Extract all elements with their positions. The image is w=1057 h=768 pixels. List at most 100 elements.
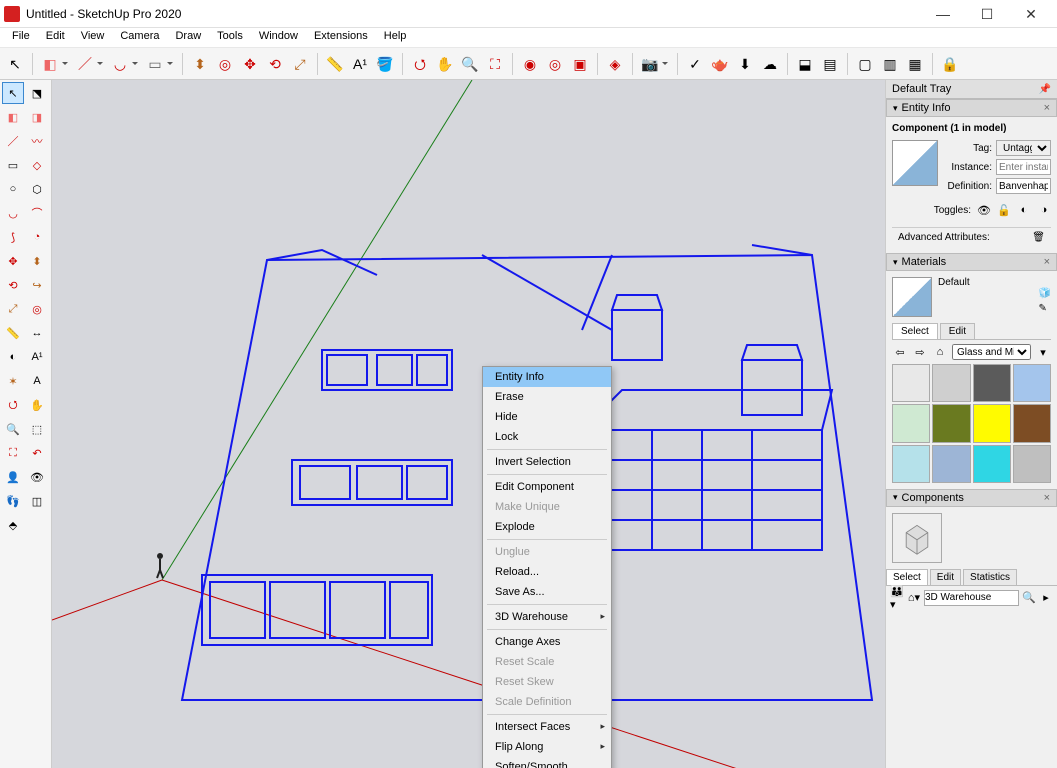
toggle-hidden-icon[interactable]: 👁 [977, 203, 991, 217]
material-swatch[interactable] [1013, 364, 1051, 402]
vray-option1-icon[interactable]: ▢ [854, 53, 876, 75]
line-tool[interactable]: ／ [2, 130, 24, 152]
walk-tool[interactable]: 👣 [2, 490, 24, 512]
vray-render-icon[interactable]: ◉ [519, 53, 541, 75]
vray-camera-icon[interactable]: 📷 [639, 53, 661, 75]
context-menu-item[interactable]: Erase [483, 387, 611, 407]
materials-header[interactable]: Materials × [886, 253, 1057, 271]
maximize-button[interactable]: ☐ [965, 0, 1009, 28]
vray-export-icon[interactable]: ⬇ [734, 53, 756, 75]
vray-frame-icon[interactable]: ⬓ [794, 53, 816, 75]
context-menu-item[interactable]: Explode [483, 517, 611, 537]
toggle-receive-icon[interactable]: ◑ [1037, 203, 1051, 217]
tape-tool[interactable]: 📏 [2, 322, 24, 344]
scale-tool-icon[interactable]: ⤢ [289, 53, 311, 75]
scale-tool[interactable]: ⤢ [2, 298, 24, 320]
look-around-tool[interactable]: 👁 [26, 466, 48, 488]
tray-header[interactable]: Default Tray 📌 [886, 80, 1057, 99]
vray-teapot-icon[interactable]: 🫖 [709, 53, 731, 75]
lock-icon[interactable]: 🔒 [939, 53, 961, 75]
rotate-tool-icon[interactable]: ⟲ [264, 53, 286, 75]
material-library-select[interactable]: Glass and Mirrors [952, 344, 1031, 360]
menu-help[interactable]: Help [376, 28, 415, 47]
components-edit-tab[interactable]: Edit [930, 569, 961, 585]
rotated-rect-tool[interactable]: ◇ [26, 154, 48, 176]
vray-option3-icon[interactable]: ▦ [904, 53, 926, 75]
sample-paint-icon[interactable]: ✎ [1039, 303, 1051, 314]
arc-tool[interactable]: ◡ [2, 202, 24, 224]
material-swatch[interactable] [973, 445, 1011, 483]
context-menu-item[interactable]: Intersect Faces [483, 717, 611, 737]
nav-icon[interactable]: 👪▾ [890, 591, 904, 605]
shape-tool-icon[interactable]: ▭ [144, 53, 166, 75]
vray-option2-icon[interactable]: ▥ [879, 53, 901, 75]
close-button[interactable]: ✕ [1009, 0, 1053, 28]
3dtext-tool[interactable]: A [26, 370, 48, 392]
followme-tool[interactable]: ↪ [26, 274, 48, 296]
menu-draw[interactable]: Draw [167, 28, 209, 47]
arc3-tool[interactable]: ⟆ [2, 226, 24, 248]
material-swatch[interactable] [973, 364, 1011, 402]
vray-asset-icon[interactable]: ◈ [604, 53, 626, 75]
context-menu-item[interactable]: Edit Component [483, 477, 611, 497]
close-panel-icon[interactable]: × [1044, 492, 1050, 504]
entity-info-header[interactable]: Entity Info × [886, 99, 1057, 117]
rotate-tool[interactable]: ⟲ [2, 274, 24, 296]
pushpull-tool-icon[interactable]: ⬍ [189, 53, 211, 75]
components-header[interactable]: Components × [886, 489, 1057, 507]
context-menu-item[interactable]: Hide [483, 407, 611, 427]
pie-tool[interactable]: ◔ [26, 226, 48, 248]
tag-select[interactable]: Untagged [996, 140, 1051, 156]
context-menu-item[interactable]: Entity Info [483, 367, 611, 387]
toggle-lock-icon[interactable]: 🔓 [997, 203, 1011, 217]
zoom-window-tool[interactable]: ⬚ [26, 418, 48, 440]
menu-edit[interactable]: Edit [38, 28, 73, 47]
dimension-tool[interactable]: ↔ [26, 322, 48, 344]
material-swatch[interactable] [973, 404, 1011, 442]
context-menu-item[interactable]: Reload... [483, 562, 611, 582]
pushpull-tool[interactable]: ⬍ [26, 250, 48, 272]
definition-input[interactable] [996, 178, 1051, 194]
context-menu-item[interactable]: Flip Along [483, 737, 611, 757]
context-menu-item[interactable]: Soften/Smooth Edges [483, 757, 611, 768]
material-swatch[interactable] [932, 404, 970, 442]
materials-edit-tab[interactable]: Edit [940, 323, 975, 339]
zoom-extents-icon[interactable]: ⛶ [484, 53, 506, 75]
material-swatch[interactable] [892, 364, 930, 402]
menu-tools[interactable]: Tools [209, 28, 251, 47]
eraser-tool-icon[interactable]: ◧ [39, 53, 61, 75]
context-menu-item[interactable]: Change Axes [483, 632, 611, 652]
pan-tool[interactable]: ✋ [26, 394, 48, 416]
toggle-shadow-icon[interactable]: ◐ [1017, 203, 1031, 217]
rectangle-tool[interactable]: ▭ [2, 154, 24, 176]
vray-viewport-icon[interactable]: ▣ [569, 53, 591, 75]
close-panel-icon[interactable]: × [1044, 102, 1050, 114]
components-statistics-tab[interactable]: Statistics [963, 569, 1017, 585]
polygon-tool[interactable]: ⬡ [26, 178, 48, 200]
components-select-tab[interactable]: Select [886, 569, 928, 585]
select-tool[interactable]: ↖ [2, 82, 24, 104]
eraser-tool[interactable]: ◧ [2, 106, 24, 128]
details-icon[interactable]: ▾ [1035, 344, 1051, 360]
orbit-tool[interactable]: ⭯ [2, 394, 24, 416]
materials-select-tab[interactable]: Select [892, 323, 938, 339]
advanced-attributes-toggle-icon[interactable]: 🗑 [1032, 232, 1045, 243]
circle-tool[interactable]: ○ [2, 178, 24, 200]
move-tool-icon[interactable]: ✥ [239, 53, 261, 75]
menu-window[interactable]: Window [251, 28, 306, 47]
offset-tool[interactable]: ◎ [26, 298, 48, 320]
context-menu-item[interactable]: Save As... [483, 582, 611, 602]
close-panel-icon[interactable]: × [1044, 256, 1050, 268]
position-camera-tool[interactable]: 👤 [2, 466, 24, 488]
home-icon[interactable]: ⌂▾ [907, 591, 921, 605]
previous-tool[interactable]: ↶ [26, 442, 48, 464]
text-tool-icon[interactable]: A¹ [349, 53, 371, 75]
material-swatch[interactable] [932, 364, 970, 402]
context-menu-item[interactable]: Lock [483, 427, 611, 447]
material-swatch[interactable] [1013, 445, 1051, 483]
paint-bucket-tool[interactable]: ◨ [26, 106, 48, 128]
material-swatch[interactable] [892, 445, 930, 483]
menu-camera[interactable]: Camera [112, 28, 167, 47]
tape-tool-icon[interactable]: 📏 [324, 53, 346, 75]
pan-tool-icon[interactable]: ✋ [434, 53, 456, 75]
